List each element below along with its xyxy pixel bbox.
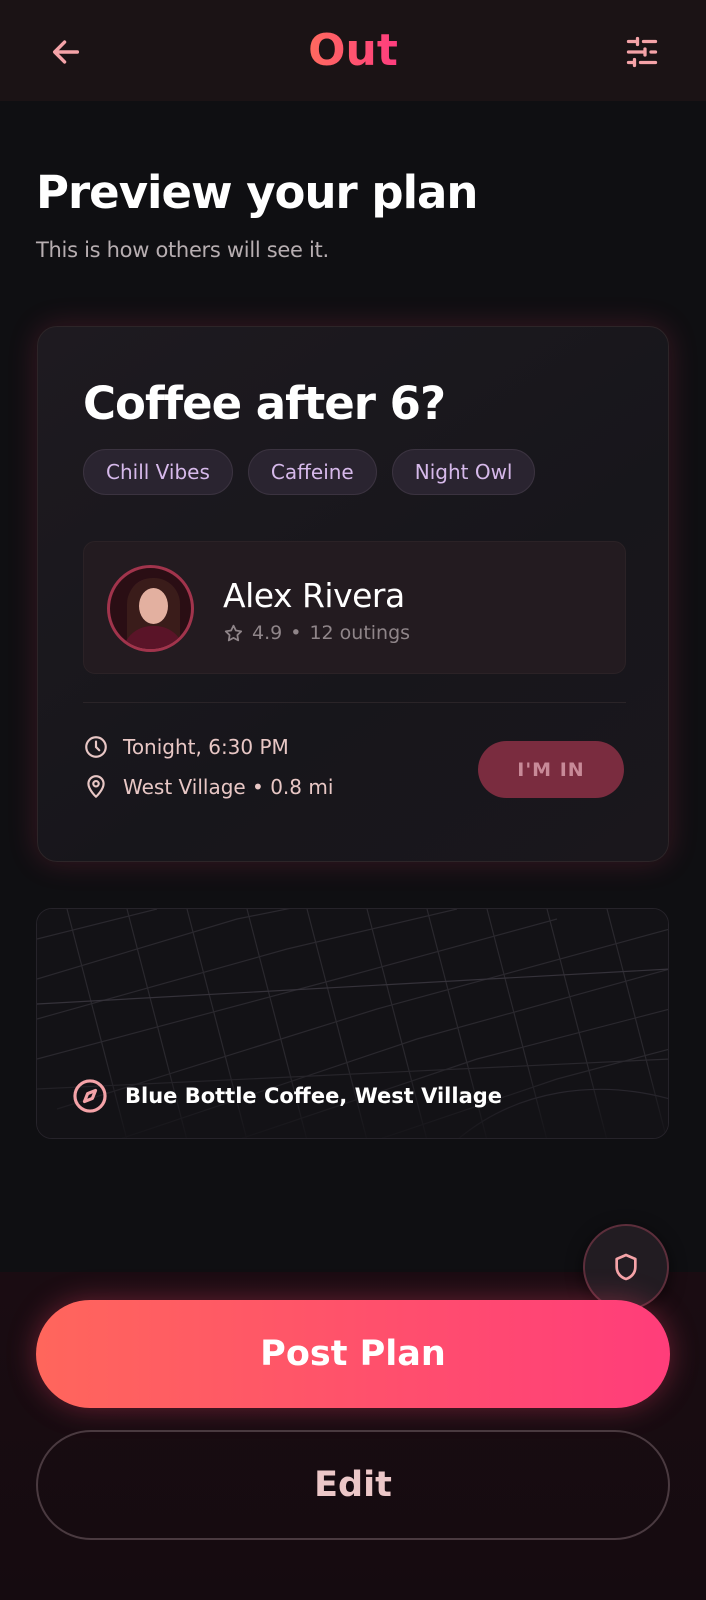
app-bar: Out (0, 0, 706, 101)
post-plan-button[interactable]: Post Plan (36, 1300, 670, 1408)
map-preview[interactable]: Blue Bottle Coffee, West Village (36, 908, 669, 1139)
host-name: Alex Rivera (223, 576, 405, 615)
page-title: Preview your plan (36, 166, 478, 219)
compass-icon (73, 1079, 107, 1113)
avatar (107, 565, 194, 652)
host-outings: 12 outings (309, 622, 411, 644)
map-pin-icon (87, 775, 105, 798)
plan-location: West Village • 0.8 mi (83, 774, 333, 800)
shield-icon (615, 1253, 637, 1281)
tag-list: Chill Vibes Caffeine Night Owl (83, 449, 536, 495)
plan-time-text: Tonight, 6:30 PM (123, 735, 289, 759)
map-place-name: Blue Bottle Coffee, West Village (125, 1084, 503, 1108)
plan-preview-card: Coffee after 6? Chill Vibes Caffeine Nig… (37, 326, 669, 862)
arrow-left-icon (52, 40, 80, 64)
sliders-icon (626, 36, 658, 68)
host-rating: 4.9 (252, 622, 283, 644)
host-stats: 4.9 • 12 outings (223, 622, 410, 644)
filters-button[interactable] (620, 30, 664, 74)
back-button[interactable] (44, 30, 88, 74)
page-subtitle: This is how others will see it. (36, 238, 329, 262)
plan-time: Tonight, 6:30 PM (83, 734, 289, 760)
tag-chip[interactable]: Night Owl (391, 449, 536, 495)
app-logo: Out (308, 25, 398, 76)
separator-dot: • (290, 622, 302, 644)
join-button[interactable]: I'M IN (478, 741, 624, 798)
divider (83, 702, 626, 703)
plan-title: Coffee after 6? (83, 377, 446, 430)
star-icon (224, 624, 243, 641)
clock-icon (85, 736, 107, 758)
plan-location-text: West Village • 0.8 mi (123, 775, 334, 799)
edit-button[interactable]: Edit (36, 1430, 670, 1540)
tag-chip[interactable]: Caffeine (247, 449, 377, 495)
map-place: Blue Bottle Coffee, West Village (71, 1077, 502, 1115)
tag-chip[interactable]: Chill Vibes (83, 449, 233, 495)
host-profile[interactable]: Alex Rivera 4.9 • 12 outings (83, 541, 626, 674)
safety-button[interactable] (583, 1224, 669, 1310)
